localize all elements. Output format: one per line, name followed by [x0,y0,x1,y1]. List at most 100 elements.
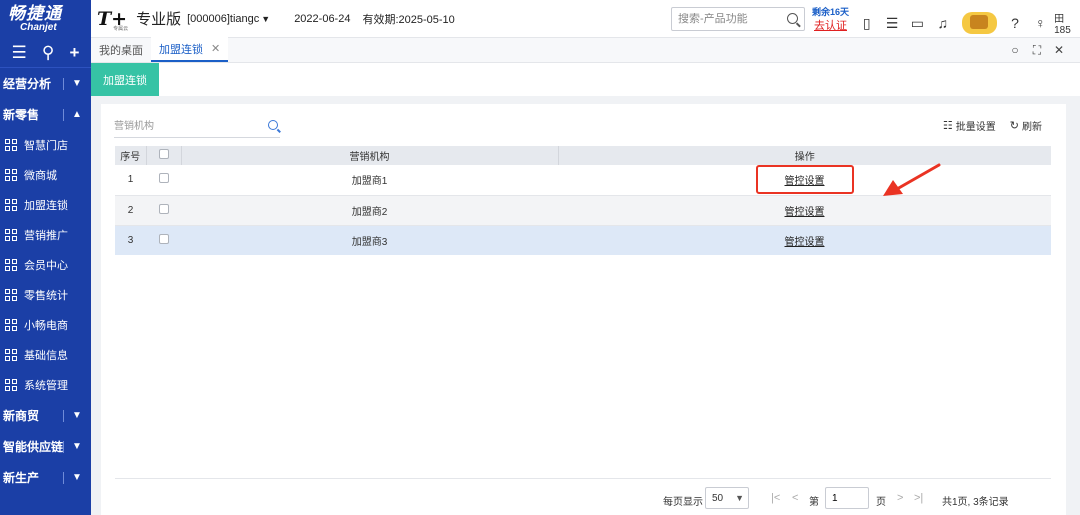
sidebar-group-production[interactable]: 新生产 ▼ [0,462,91,493]
brand-logo[interactable]: 畅捷通 Chanjet [0,0,91,38]
grid-icon [5,349,17,361]
org-filter [114,116,280,138]
col-org: 营销机构 [181,146,559,165]
tab-franchise[interactable]: 加盟连锁 ✕ [151,37,229,62]
subtab-franchise[interactable]: 加盟连锁 [91,63,159,96]
per-page-value: 50 [712,492,724,504]
toolbar-actions: ☷ 批量设置 ↻ 刷新 [929,118,1042,133]
table-row[interactable]: 3 加盟商3 管控设置 [115,224,1051,255]
tab-my-desktop[interactable]: 我的桌面 [91,37,151,62]
refresh-button[interactable]: ↻ 刷新 [1010,118,1042,133]
close-icon[interactable]: ✕ [1048,43,1070,58]
grid-icon [5,199,17,211]
sidebar-group-retail[interactable]: 新零售 ▲ [0,99,91,130]
search-input[interactable] [678,13,778,25]
search-icon[interactable] [268,120,278,130]
pagination: 每页显示 50 ▼ |< < 第 页 > >| 共1页, 3条记录 [115,478,1051,515]
first-page-icon[interactable]: |< [771,492,780,504]
row-action: 管控设置 [558,194,1051,225]
edition-label: 专业版 [136,11,182,28]
chevron-down-icon: ▼ [261,13,271,24]
chevron-up-icon: ▲ [72,109,82,120]
sidebar-item-basic-info[interactable]: 基础信息 [0,340,91,370]
sub-header: 加盟连锁 [91,63,1080,96]
refresh-label: 刷新 [1022,122,1042,133]
sidebar-item-label: 小畅电商 [24,320,68,332]
col-index: 序号 [115,146,147,165]
brand-logo-en: Chanjet [20,21,57,33]
certify-link[interactable]: 去认证 [812,19,849,33]
top-bar: T+ 专属云 专业版 [000006]tiangc ▼ 2022-06-24 有效… [91,0,1080,38]
row-checkbox[interactable] [158,203,169,214]
col-action: 操作 [558,146,1051,165]
select-all-checkbox[interactable] [158,149,169,159]
refresh-icon: ↻ [1009,120,1019,132]
sidebar-group-label: 新商贸 [3,409,40,423]
sidebar-item-label: 加盟连锁 [24,200,68,212]
document-icon[interactable]: ▯ [855,15,878,32]
control-settings-link[interactable]: 管控设置 [785,207,825,218]
bell-icon[interactable]: ♫ [931,15,954,31]
sidebar-group-supply-chain[interactable]: 智能供应链 ▼ [0,431,91,462]
sidebar-item-members[interactable]: 会员中心 [0,250,91,280]
message-icon[interactable]: ▭ [906,15,929,32]
last-page-icon[interactable]: >| [914,492,923,504]
sidebar-group-label: 新生产 [3,471,40,485]
user-icon[interactable]: ♀ [1029,15,1052,31]
row-checkbox[interactable] [158,233,169,244]
control-settings-link[interactable]: 管控设置 [785,237,825,248]
user-id[interactable]: 田185 [1054,10,1080,36]
divider [63,108,64,121]
row-action: 管控设置 [558,165,1051,195]
sidebar-item-ecommerce[interactable]: 小畅电商 [0,310,91,340]
row-org: 加盟商3 [181,224,558,255]
trial-status: 剩余16天 去认证 [812,5,849,33]
help-icon[interactable]: ? [1003,15,1026,31]
row-checkbox[interactable] [158,173,169,184]
sidebar-item-system[interactable]: 系统管理 [0,370,91,400]
divider [63,471,64,484]
sidebar-group-label: 经营分析 [3,77,52,91]
per-page-label: 每页显示 [663,497,703,508]
tab-label: 加盟连锁 [159,43,203,56]
org-filter-input[interactable] [114,116,254,136]
current-date: 2022-06-24 [294,12,351,25]
row-index: 2 [115,194,146,225]
sidebar-item-label: 系统管理 [24,380,68,392]
header-icons: ▯ ☰ ▭ ♫ ? ♀ 田185 [855,10,1080,36]
valid-until: 有效期:2025-05-10 [362,13,455,26]
main-panel: ☷批量设置 ↻刷新 序号 营销机构 操作 1 加盟商1 管控设置 2 加盟商2 [101,104,1066,515]
sidebar-item-franchise[interactable]: 加盟连锁 [0,190,91,220]
sidebar-group-trade[interactable]: 新商贸 ▼ [0,400,91,431]
account-selector[interactable]: [000006]tiangc ▼ [187,13,270,25]
sidebar-item-smart-store[interactable]: 智慧门店 [0,130,91,160]
fullscreen-icon[interactable]: ⛶ [1026,43,1048,58]
search-icon[interactable] [787,13,798,24]
sidebar-item-label: 营销推广 [24,230,68,242]
checklist-icon[interactable]: ☰ [880,15,903,32]
page-input[interactable] [825,487,869,509]
sidebar-item-retail-stats[interactable]: 零售统计 [0,280,91,310]
row-select [146,224,181,255]
avatar[interactable] [962,12,998,34]
add-icon[interactable]: + [69,43,79,63]
sidebar-item-label: 基础信息 [24,350,68,362]
batch-settings-button[interactable]: ☷ 批量设置 [943,118,996,133]
prev-page-icon[interactable]: < [792,492,798,504]
sidebar-item-marketing[interactable]: 营销推广 [0,220,91,250]
next-page-icon[interactable]: > [897,492,903,504]
search-icon[interactable]: ○ [1004,43,1026,58]
search-icon[interactable]: ⚲ [42,43,54,63]
menu-icon[interactable]: ☰ [12,43,27,63]
account-label: [000006]tiangc [187,12,260,25]
sidebar-item-micro-mall[interactable]: 微商城 [0,160,91,190]
page-summary: 共1页, 3条记录 [942,497,1009,508]
close-icon[interactable]: ✕ [211,42,220,55]
control-settings-link[interactable]: 管控设置 [785,176,825,187]
chevron-down-icon: ▼ [735,493,744,503]
per-page-select[interactable]: 50 ▼ [705,487,749,509]
sidebar-item-label: 会员中心 [24,260,68,272]
sidebar-group-analysis[interactable]: 经营分析 ▼ [0,68,91,99]
row-index: 3 [115,224,146,255]
sidebar-group-label: 智能供应链 [3,440,64,454]
